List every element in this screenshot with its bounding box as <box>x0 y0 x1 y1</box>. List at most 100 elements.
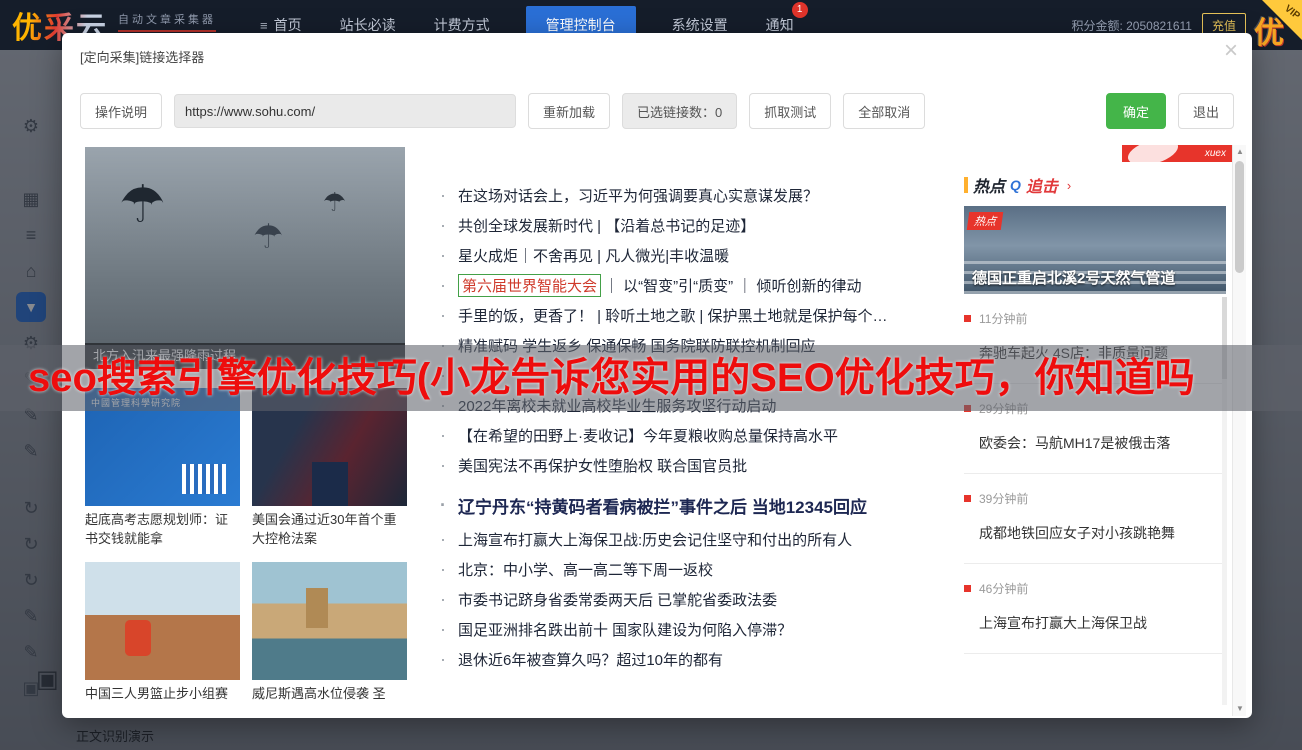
news-link[interactable]: · 第六届世界智能大会 ｜ 以“智变”引“质变” ｜ 倾听创新的律动 <box>440 270 960 300</box>
menu-item-label: 管理控制台 <box>546 15 616 35</box>
news-headline-list: · 在这场对话会上，习近平为何强调要真心实意谋发展？ · 共创全球发展新时代 |… <box>440 180 960 674</box>
url-input[interactable] <box>174 94 516 128</box>
hotspot-item[interactable]: 46分钟前 上海宣布打赢大上海保卫战 <box>964 564 1226 654</box>
hotspot-title-text: 成都地铁回应女子对小孩跳艳舞 <box>964 523 1226 543</box>
gallery-caption: 威尼斯遇高水位侵袭 圣 <box>252 685 407 704</box>
hotspot-time-row: 11分钟前 <box>964 310 1226 327</box>
news-link[interactable]: · 共创全球发展新时代 | 【沿着总书记的足迹】 <box>440 210 960 240</box>
news-link[interactable]: · 在这场对话会上，习近平为何强调要真心实意谋发展？ <box>440 180 960 210</box>
bullet-icon: · <box>440 245 446 266</box>
news-link[interactable]: · 辽宁丹东“持黄码者看病被拦”事件之后 当地12345回应 <box>440 480 960 524</box>
hotspot-feature-image[interactable]: 热点 德国正重启北溪2号天然气管道 <box>964 206 1226 294</box>
scrollbar: ▲ ▼ <box>1232 145 1246 716</box>
news-link[interactable]: · 市委书记跻身省委常委两天后 已掌舵省委政法委 <box>440 584 960 614</box>
news-link[interactable]: · 上海宣布打赢大上海保卫战:历史会记住坚守和付出的所有人 <box>440 524 960 554</box>
help-button[interactable]: 操作说明 <box>80 93 162 129</box>
embedded-webpage: xuex ☂ ☂ ☂ 北方入汛来最强降雨过程 中國管理科學研究院 起底高考志愿规… <box>76 145 1246 716</box>
news-text: 手里的饭，更香了！ | 聆听土地之歌 | 保护黑土地就是保护每个… <box>458 305 887 326</box>
umbrella-icon: ☂ <box>253 217 283 257</box>
news-text: 辽宁丹东“持黄码者看病被拦”事件之后 当地12345回应 <box>458 493 867 518</box>
exit-button[interactable]: 退出 <box>1178 93 1234 129</box>
hotspot-time: 46分钟前 <box>979 580 1028 597</box>
scrollbar-thumb[interactable] <box>1235 161 1244 273</box>
umbrella-icon: ☂ <box>119 175 166 235</box>
news-text: 星火成炬｜不舍再见 | 凡人微光|丰收温暖 <box>458 245 729 266</box>
reload-button[interactable]: 重新加载 <box>528 93 610 129</box>
gallery-item[interactable]: 美国会通过近30年首个重大控枪法案 <box>252 388 407 549</box>
cancel-all-button[interactable]: 全部取消 <box>843 93 925 129</box>
headline-photo[interactable]: ☂ ☂ ☂ 北方入汛来最强降雨过程 <box>85 147 405 369</box>
selected-links-count: 已选链接数：0 <box>622 93 737 129</box>
bullet-icon: · <box>440 495 446 516</box>
news-highlight: 第六届世界智能大会 <box>458 274 601 297</box>
menu-item-label: 计费方式 <box>434 15 490 35</box>
news-text: 市委书记跻身省委常委两天后 已掌舵省委政法委 <box>458 589 777 610</box>
news-image <box>85 562 240 680</box>
ad-banner[interactable]: xuex <box>1122 145 1232 162</box>
bullet-icon: · <box>440 559 446 580</box>
hotspot-title-text: 欧委会：马航MH17是被俄击落 <box>964 433 1226 453</box>
news-text: 退休近6年被查算久吗？超过10年的都有 <box>458 649 723 670</box>
gallery-item[interactable]: 中国三人男篮止步小组赛 <box>85 562 240 704</box>
news-text: ｜ 以“智变”引“质变” ｜ 倾听创新的律动 <box>604 275 862 296</box>
gallery-caption: 中国三人男篮止步小组赛 <box>85 685 240 704</box>
feature-caption: 德国正重启北溪2号天然气管道 <box>972 267 1218 288</box>
close-icon[interactable]: × <box>1224 39 1238 63</box>
bullet-icon: · <box>440 305 446 326</box>
credit-balance: 积分金额: 2050821611 <box>1071 17 1192 34</box>
news-link[interactable]: · 星火成炬｜不舍再见 | 凡人微光|丰收温暖 <box>440 240 960 270</box>
hotspot-item[interactable]: 39分钟前 成都地铁回应女子对小孩跳艳舞 <box>964 474 1226 564</box>
hotspot-time: 39分钟前 <box>979 490 1028 507</box>
hotspot-time-row: 39分钟前 <box>964 490 1226 507</box>
news-image <box>252 562 407 680</box>
umbrella-icon: ☂ <box>323 187 346 218</box>
news-link[interactable]: · 【在希望的田野上·麦收记】今年夏粮收购总量保持高水平 <box>440 420 960 450</box>
confirm-button[interactable]: 确定 <box>1106 93 1166 129</box>
news-text: 共创全球发展新时代 | 【沿着总书记的足迹】 <box>458 215 755 236</box>
hotspot-time-row: 46分钟前 <box>964 580 1226 597</box>
seo-watermark-text: seo搜索引擎优化技巧(小龙告诉您实用的SEO优化技巧，你知道吗 <box>0 345 1302 411</box>
hotspot-header[interactable]: 热点 Q 追击 › <box>964 173 1226 197</box>
news-link[interactable]: · 美国宪法不再保护女性堕胎权 联合国官员批 <box>440 450 960 480</box>
news-text: 北京：中小学、高一高二等下周一返校 <box>458 559 713 580</box>
news-link[interactable]: · 手里的饭，更香了！ | 聆听土地之歌 | 保护黑土地就是保护每个… <box>440 300 960 330</box>
scroll-up-icon[interactable]: ▲ <box>1233 145 1246 159</box>
gallery-caption: 美国会通过近30年首个重大控枪法案 <box>252 511 407 549</box>
news-link[interactable]: · 国足亚洲排名跌出前十 国家队建设为何陷入停滞？ <box>440 614 960 644</box>
bullet-icon: · <box>440 275 446 296</box>
news-text: 国足亚洲排名跌出前十 国家队建设为何陷入停滞？ <box>458 619 792 640</box>
news-text: 美国宪法不再保护女性堕胎权 联合国官员批 <box>458 455 747 476</box>
bullet-icon: · <box>440 529 446 550</box>
notification-badge: 1 <box>792 2 808 18</box>
menu-item-label: 首页 <box>274 15 302 35</box>
gallery-item[interactable]: 威尼斯遇高水位侵袭 圣 <box>252 562 407 704</box>
menu-item-label: 站长必读 <box>340 15 396 35</box>
menu-item-icon: ≡ <box>260 18 268 33</box>
red-square-icon <box>964 495 971 502</box>
bullet-icon: · <box>440 185 446 206</box>
news-link[interactable]: · 退休近6年被查算久吗？超过10年的都有 <box>440 644 960 674</box>
hotspot-title: 热点 <box>973 173 1005 197</box>
scroll-down-icon[interactable]: ▼ <box>1233 702 1246 716</box>
grab-test-button[interactable]: 抓取测试 <box>749 93 831 129</box>
news-gallery: 中國管理科學研究院 起底高考志愿规划师：证书交钱就能拿 美国会通过近30年首个重… <box>85 388 409 704</box>
dialog-title: [定向采集]链接选择器 <box>80 47 204 66</box>
red-square-icon <box>964 585 971 592</box>
hot-tag: 热点 <box>967 212 1004 230</box>
bullet-icon: · <box>440 425 446 446</box>
hotspot-panel: 热点 Q 追击 › 热点 德国正重启北溪2号天然气管道 <box>964 173 1226 654</box>
news-link[interactable]: · 北京：中小学、高一高二等下周一返校 <box>440 554 960 584</box>
gallery-item[interactable]: 中國管理科學研究院 起底高考志愿规划师：证书交钱就能拿 <box>85 388 240 549</box>
red-square-icon <box>964 315 971 322</box>
bullet-icon: · <box>440 455 446 476</box>
hotspot-title-red: 追击 <box>1026 173 1058 197</box>
menu-item-label: 系统设置 <box>672 15 728 35</box>
news-text: 在这场对话会上，习近平为何强调要真心实意谋发展？ <box>458 185 818 206</box>
news-text: 上海宣布打赢大上海保卫战:历史会记住坚守和付出的所有人 <box>458 529 852 550</box>
chevron-right-icon: › <box>1067 178 1071 193</box>
bullet-icon: · <box>440 649 446 670</box>
bullet-icon: · <box>440 215 446 236</box>
gallery-caption: 起底高考志愿规划师：证书交钱就能拿 <box>85 511 240 549</box>
dialog-toolbar: 操作说明 重新加载 已选链接数：0 抓取测试 全部取消 确定 退出 <box>80 91 1234 131</box>
hotspot-time: 11分钟前 <box>979 310 1027 327</box>
